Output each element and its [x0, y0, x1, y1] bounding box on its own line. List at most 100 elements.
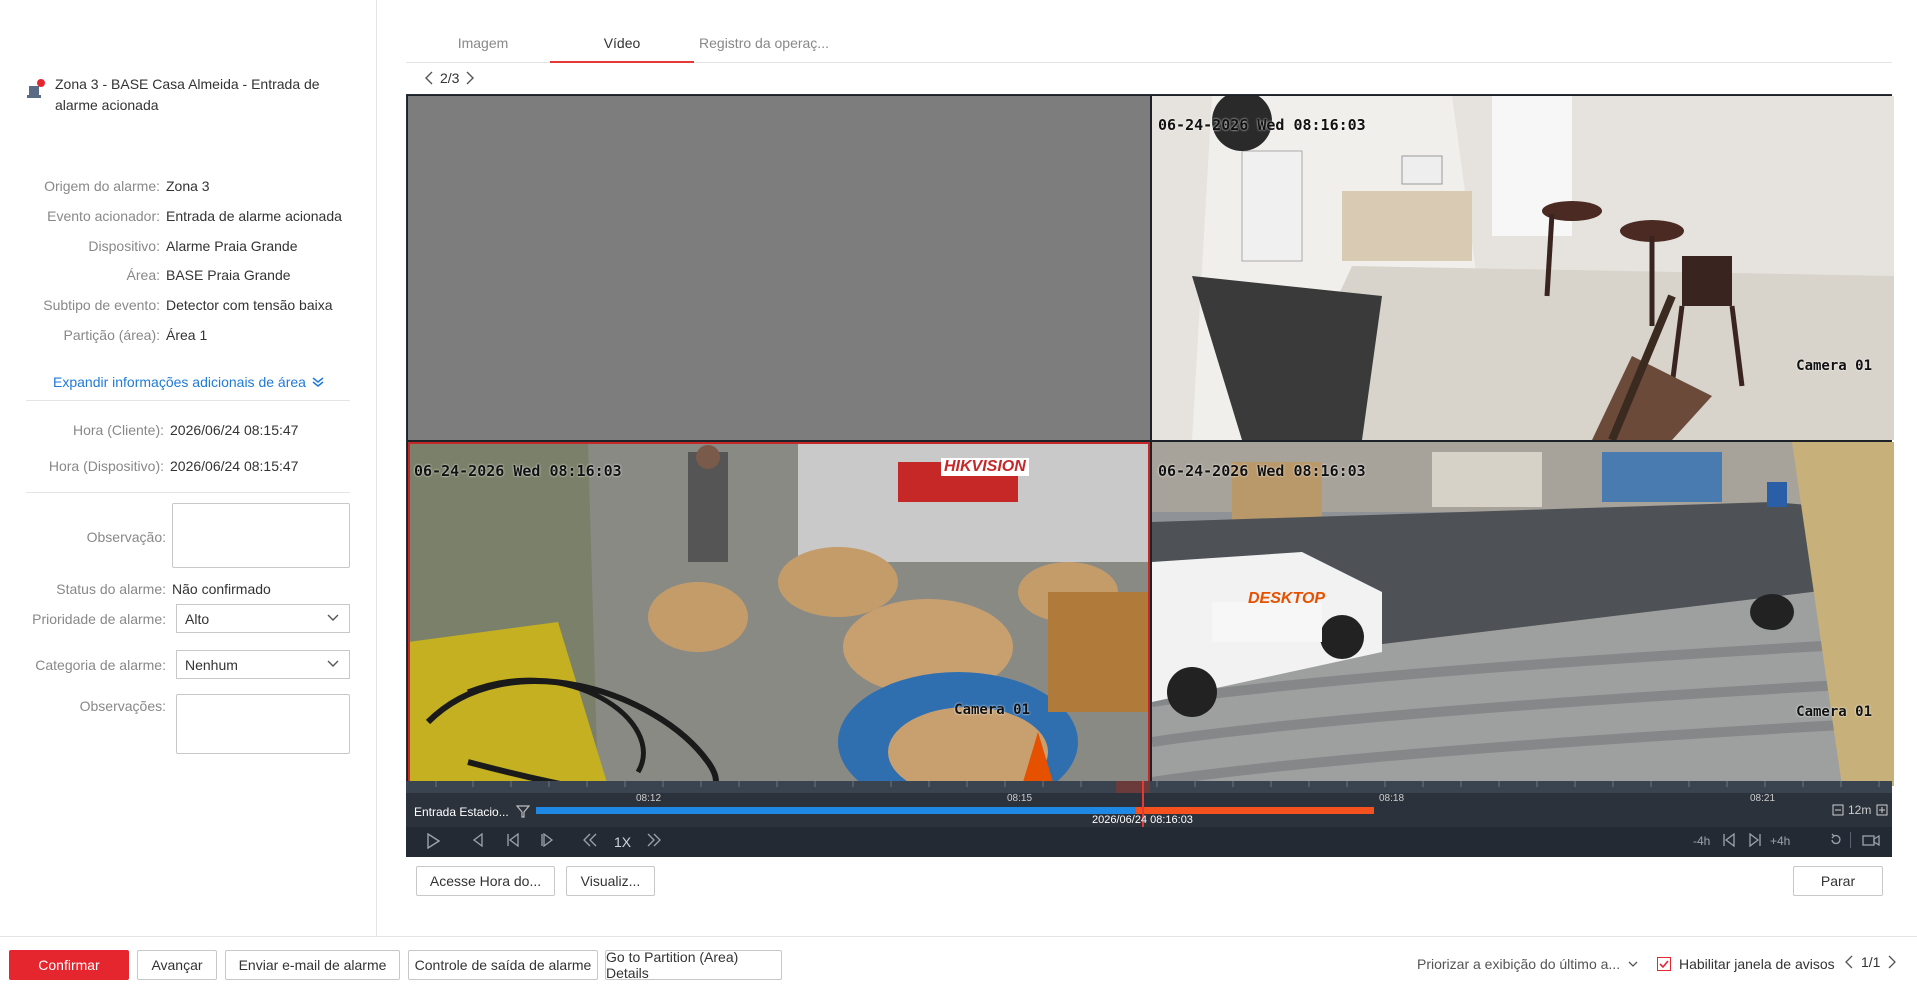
field-evento: Evento acionador: Entrada de alarme acio… — [0, 205, 377, 227]
jump-forward-icon[interactable] — [1748, 833, 1762, 847]
timeline-tick: 08:21 — [1750, 793, 1776, 804]
camera-icon[interactable] — [1862, 833, 1880, 847]
chevron-down-icon — [1628, 961, 1638, 967]
pager-label: 2/3 — [440, 70, 460, 86]
playback-timeline[interactable]: Entrada Estacio... 08:12 08:15 08:18 08:… — [406, 781, 1892, 827]
timeline-zoom: 12m — [1848, 803, 1872, 817]
avancar-button[interactable]: Avançar — [137, 950, 217, 980]
confirmar-button[interactable]: Confirmar — [9, 950, 129, 980]
parar-button[interactable]: Parar — [1793, 866, 1883, 896]
field-label: Hora (Cliente): — [72, 422, 164, 438]
video-tile-1[interactable] — [408, 96, 1150, 440]
jump-back-label[interactable]: -4h — [1693, 834, 1710, 848]
field-origem: Origem do alarme: Zona 3 — [0, 175, 377, 197]
timeline-cursor-time: 2026/06/24 08:16:03 — [1092, 814, 1193, 826]
chevron-right-icon[interactable] — [1888, 955, 1897, 969]
field-hora-dispositivo: Hora (Dispositivo): 2026/06/24 08:15:47 — [0, 455, 377, 477]
expand-area-info-link[interactable]: Expandir informações adicionais de área — [53, 374, 324, 390]
priority-select[interactable]: Alto — [176, 604, 350, 633]
video-tile-3[interactable]: 06-24-2026 Wed 08:16:03 HIKVISION Camera… — [408, 442, 1150, 786]
video-camera-label: Camera 01 — [1796, 704, 1872, 720]
tab-registro[interactable]: Registro da operaç... — [694, 28, 834, 63]
field-label: Partição (área): — [63, 327, 160, 343]
slower-icon[interactable] — [582, 833, 598, 847]
tab-imagem[interactable]: Imagem — [428, 28, 538, 63]
alarm-header: Zona 3 - BASE Casa Almeida - Entrada de … — [26, 74, 356, 116]
field-subtipo: Subtipo de evento: Detector com tensão b… — [0, 294, 377, 316]
tab-video[interactable]: Vídeo — [550, 28, 694, 63]
field-label: Dispositivo: — [88, 238, 160, 254]
field-value: Não confirmado — [172, 581, 271, 597]
hikvision-logo: HIKVISION — [941, 458, 1029, 476]
visualizar-button[interactable]: Visualiz... — [566, 866, 655, 896]
tab-bar: Imagem Vídeo Registro da operaç... — [406, 28, 1892, 63]
alarm-title: Zona 3 - BASE Casa Almeida - Entrada de … — [55, 76, 320, 113]
alarm-detail-window: Zona 3 - BASE Casa Almeida - Entrada de … — [0, 0, 1917, 989]
video-grid: 06-24-2026 Wed 08:16:03 Camera 01 06-24-… — [406, 94, 1894, 857]
timeline-tick: 08:12 — [636, 793, 662, 804]
vehicle-brand-text: DESKTOP — [1248, 590, 1326, 607]
acesse-hora-button[interactable]: Acesse Hora do... — [416, 866, 555, 896]
warehouse-scene — [408, 442, 1150, 786]
control-divider — [1850, 832, 1851, 848]
field-value: BASE Praia Grande — [166, 267, 291, 283]
filter-icon[interactable] — [516, 804, 530, 818]
video-tile-2[interactable]: 06-24-2026 Wed 08:16:03 Camera 01 — [1152, 96, 1894, 440]
check-icon — [1659, 960, 1669, 969]
chevron-left-icon[interactable] — [424, 71, 434, 85]
field-label: Evento acionador: — [47, 208, 160, 224]
field-value: Detector com tensão baixa — [166, 297, 333, 313]
habilitar-label: Habilitar janela de avisos — [1679, 956, 1835, 972]
chevron-right-icon[interactable] — [465, 71, 475, 85]
field-status: Status do alarme: Não confirmado — [0, 578, 377, 600]
habilitar-checkbox[interactable] — [1657, 957, 1671, 971]
chevron-left-icon[interactable] — [1845, 955, 1853, 969]
video-osd-time: 06-24-2026 Wed 08:16:03 — [1158, 116, 1366, 134]
field-value: 2026/06/24 08:15:47 — [170, 458, 299, 474]
speed-label: 1X — [614, 834, 632, 850]
kitchen-scene — [1152, 96, 1894, 440]
play-icon[interactable] — [426, 833, 440, 849]
zoom-out-icon[interactable] — [1832, 804, 1844, 816]
observacao-textarea[interactable] — [172, 503, 350, 568]
step-forward-icon[interactable] — [540, 833, 554, 847]
video-camera-label: Camera 01 — [1796, 358, 1872, 374]
field-label: Origem do alarme: — [44, 178, 160, 194]
field-label: Observação: — [86, 529, 166, 545]
jump-forward-label[interactable]: +4h — [1770, 834, 1790, 848]
timeline-tick: 08:15 — [1007, 793, 1033, 804]
playback-controls: 1X -4h +4h — [406, 827, 1892, 857]
video-tile-4[interactable]: 06-24-2026 Wed 08:16:03 DESKTOP Camera 0… — [1152, 442, 1894, 786]
chevron-down-icon — [327, 614, 339, 621]
partition-details-button[interactable]: Go to Partition (Area) Details — [605, 949, 782, 981]
divider — [26, 400, 350, 401]
footer-pager: 1/1 — [1845, 954, 1897, 970]
field-value: Entrada de alarme acionada — [166, 208, 342, 224]
footer-bar: Confirmar Avançar Enviar e-mail de alarm… — [0, 936, 1917, 989]
field-label: Área: — [126, 267, 160, 283]
controle-saida-button[interactable]: Controle de saída de alarme — [408, 950, 598, 980]
video-pager: 2/3 — [424, 70, 475, 86]
enviar-email-button[interactable]: Enviar e-mail de alarme — [225, 950, 400, 980]
chevron-down-icon — [327, 660, 339, 667]
field-hora-cliente: Hora (Cliente): 2026/06/24 08:15:47 — [0, 419, 377, 441]
step-back-icon[interactable] — [506, 833, 520, 847]
field-label: Prioridade de alarme: — [32, 611, 166, 627]
alarm-info-panel: Zona 3 - BASE Casa Almeida - Entrada de … — [0, 0, 377, 936]
field-value: Alarme Praia Grande — [166, 238, 298, 254]
observacoes-textarea[interactable] — [176, 694, 350, 754]
prev-frame-icon[interactable] — [472, 833, 484, 847]
video-osd-time: 06-24-2026 Wed 08:16:03 — [1158, 462, 1366, 480]
field-value: Área 1 — [166, 327, 208, 343]
video-osd-time: 06-24-2026 Wed 08:16:03 — [414, 462, 622, 480]
street-scene — [1152, 442, 1894, 786]
refresh-icon[interactable] — [1829, 833, 1843, 847]
jump-back-icon[interactable] — [1722, 833, 1736, 847]
faster-icon[interactable] — [646, 833, 662, 847]
field-dispositivo: Dispositivo: Alarme Praia Grande — [0, 235, 377, 257]
zoom-in-icon[interactable] — [1876, 804, 1888, 816]
priorizar-dropdown[interactable]: Priorizar a exibição do último a... — [1417, 956, 1638, 972]
field-value: Zona 3 — [166, 178, 210, 194]
habilitar-janela-option: Habilitar janela de avisos — [1657, 956, 1835, 972]
category-select[interactable]: Nenhum — [176, 650, 350, 679]
